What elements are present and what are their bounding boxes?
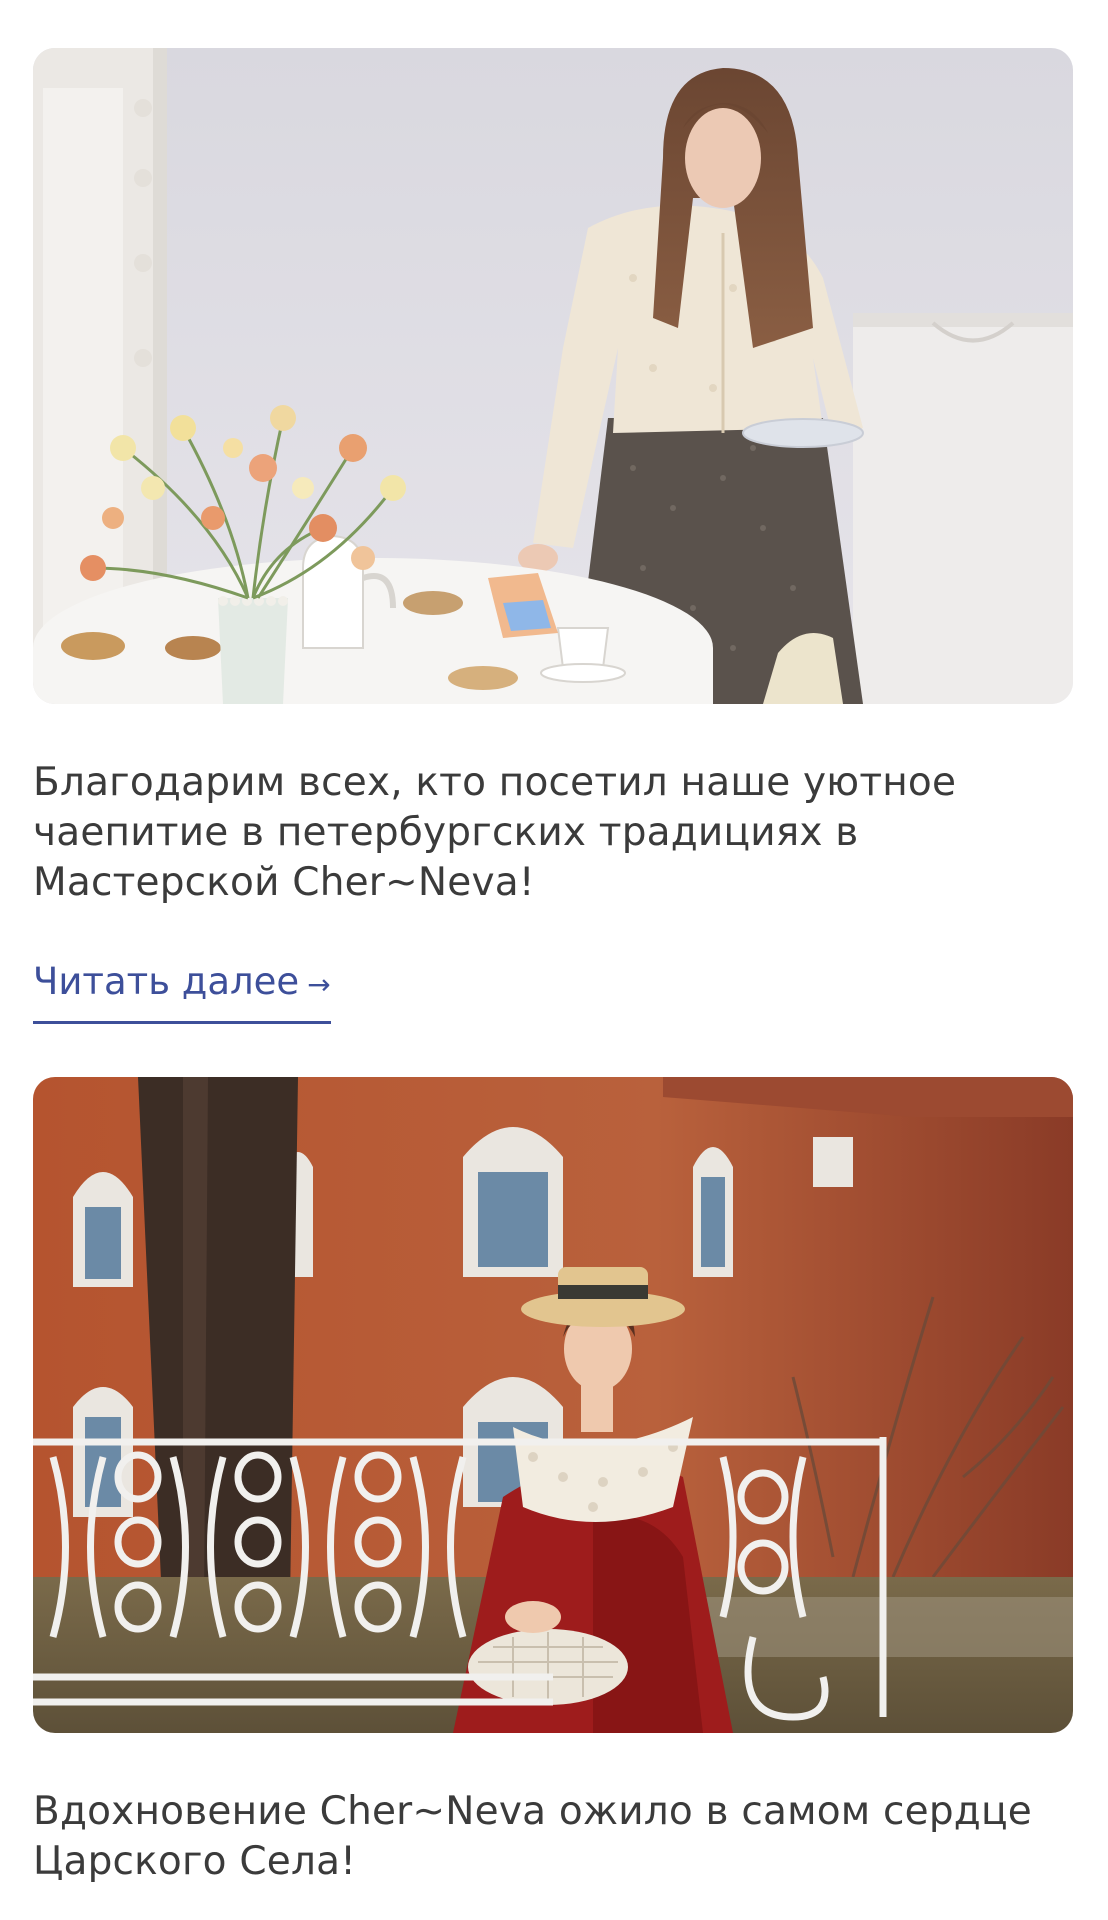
news-card: Вдохновение Cher~Neva ожило в самом серд… — [33, 1077, 1073, 1887]
news-card: Благодарим всех, кто посетил наше уютное… — [33, 48, 1073, 1024]
news-feed: Благодарим всех, кто посетил наше уютное… — [33, 48, 1073, 1887]
tea-party-photo — [33, 48, 1073, 704]
news-card-image[interactable] — [33, 1077, 1073, 1733]
read-more-label: Читать далее — [33, 960, 300, 1003]
news-card-title[interactable]: Вдохновение Cher~Neva ожило в самом серд… — [33, 1787, 1073, 1887]
read-more-link[interactable]: Читать далее → — [33, 960, 331, 1024]
news-card-title[interactable]: Благодарим всех, кто посетил наше уютное… — [33, 758, 1033, 908]
news-card-image[interactable] — [33, 48, 1073, 704]
tsarskoe-selo-photo — [33, 1077, 1073, 1733]
arrow-right-icon: → — [307, 968, 331, 1001]
